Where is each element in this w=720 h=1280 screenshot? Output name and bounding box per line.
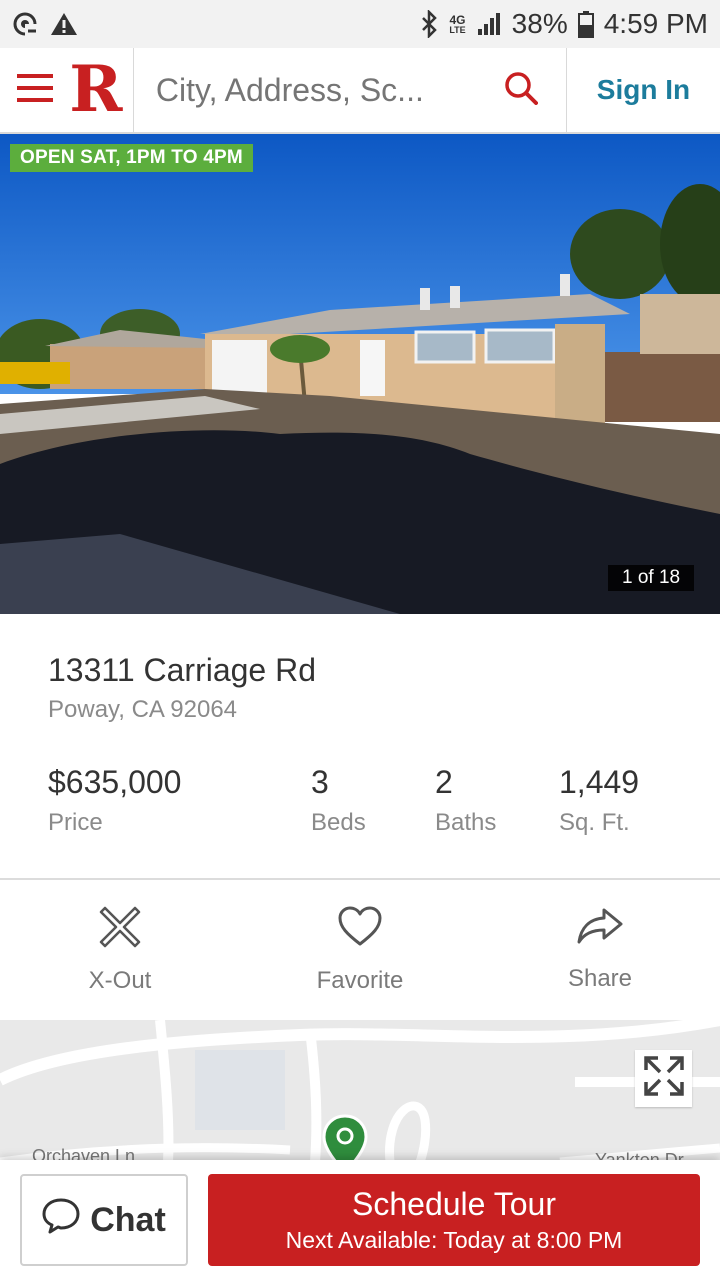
stat-label: Price xyxy=(48,809,103,836)
stat-value: 3 xyxy=(311,764,329,800)
chat-button[interactable]: Chat xyxy=(20,1174,188,1266)
search-input[interactable] xyxy=(155,71,476,109)
bluetooth-icon xyxy=(419,10,439,38)
x-out-label: X-Out xyxy=(88,967,152,994)
schedule-tour-button[interactable]: Schedule Tour Next Available: Today at 8… xyxy=(208,1174,700,1266)
share-button[interactable]: Share xyxy=(480,880,720,1020)
x-out-icon xyxy=(99,906,141,953)
battery-icon xyxy=(577,10,594,38)
app-header: R Sign In xyxy=(0,48,720,134)
stat-price: $635,000 Price xyxy=(48,764,181,837)
stat-beds: 3 Beds xyxy=(311,764,366,837)
stat-label: Beds xyxy=(311,809,366,836)
house-photo-image xyxy=(0,134,720,614)
map-expand-button[interactable] xyxy=(635,1050,692,1107)
share-icon xyxy=(576,906,624,951)
listing-photo[interactable] xyxy=(0,134,720,614)
heart-icon xyxy=(337,906,383,953)
listing-address: 13311 Carriage Rd xyxy=(48,652,317,688)
stat-sqft: 1,449 Sq. Ft. xyxy=(559,764,639,837)
search-icon xyxy=(504,71,538,110)
listing-city: Poway, CA 92064 xyxy=(48,696,238,723)
map-pin-icon[interactable] xyxy=(322,1114,368,1162)
stat-baths: 2 Baths xyxy=(435,764,496,837)
status-bar: 4G LTE 38% 4:59 PM xyxy=(0,0,720,48)
open-house-badge: OPEN SAT, 1PM TO 4PM xyxy=(10,144,253,172)
sign-in-link[interactable]: Sign In xyxy=(565,48,720,132)
listing-map[interactable]: Orchaven Ln Yankton Dr xyxy=(0,1020,720,1162)
signal-icon xyxy=(476,11,502,37)
lte-4g-icon: 4G LTE xyxy=(449,14,465,35)
photo-counter: 1 of 18 xyxy=(608,565,695,591)
search-button[interactable] xyxy=(476,71,566,110)
search-bar[interactable] xyxy=(132,48,566,132)
favorite-button[interactable]: Favorite xyxy=(240,880,480,1020)
warning-icon xyxy=(50,11,78,37)
battery-percent: 38% xyxy=(511,8,568,39)
stat-value: $635,000 xyxy=(48,764,182,800)
stat-value: 1,449 xyxy=(559,764,640,800)
schedule-tour-label: Schedule Tour xyxy=(352,1186,556,1222)
hamburger-icon xyxy=(17,72,54,109)
action-bar: X-Out Favorite Share xyxy=(0,880,720,1020)
chat-bubble-icon xyxy=(42,1197,80,1244)
bottom-action-bar: Chat Schedule Tour Next Available: Today… xyxy=(0,1160,720,1280)
data-saver-icon xyxy=(12,11,38,37)
expand-icon xyxy=(642,1054,686,1103)
chat-label: Chat xyxy=(90,1200,166,1239)
listing-details: 13311 Carriage Rd Poway, CA 92064 $635,0… xyxy=(0,614,720,880)
stat-label: Baths xyxy=(435,809,497,836)
clock: 4:59 PM xyxy=(603,8,708,39)
network-label: 4G xyxy=(449,12,466,27)
redfin-logo[interactable]: R xyxy=(59,48,133,132)
stat-value: 2 xyxy=(435,764,453,800)
share-label: Share xyxy=(567,965,633,992)
x-out-button[interactable]: X-Out xyxy=(0,880,240,1020)
favorite-label: Favorite xyxy=(316,967,404,994)
stat-label: Sq. Ft. xyxy=(559,809,630,836)
menu-button[interactable] xyxy=(0,48,59,132)
next-available-label: Next Available: Today at 8:00 PM xyxy=(285,1227,623,1253)
network-sublabel: LTE xyxy=(449,24,466,35)
